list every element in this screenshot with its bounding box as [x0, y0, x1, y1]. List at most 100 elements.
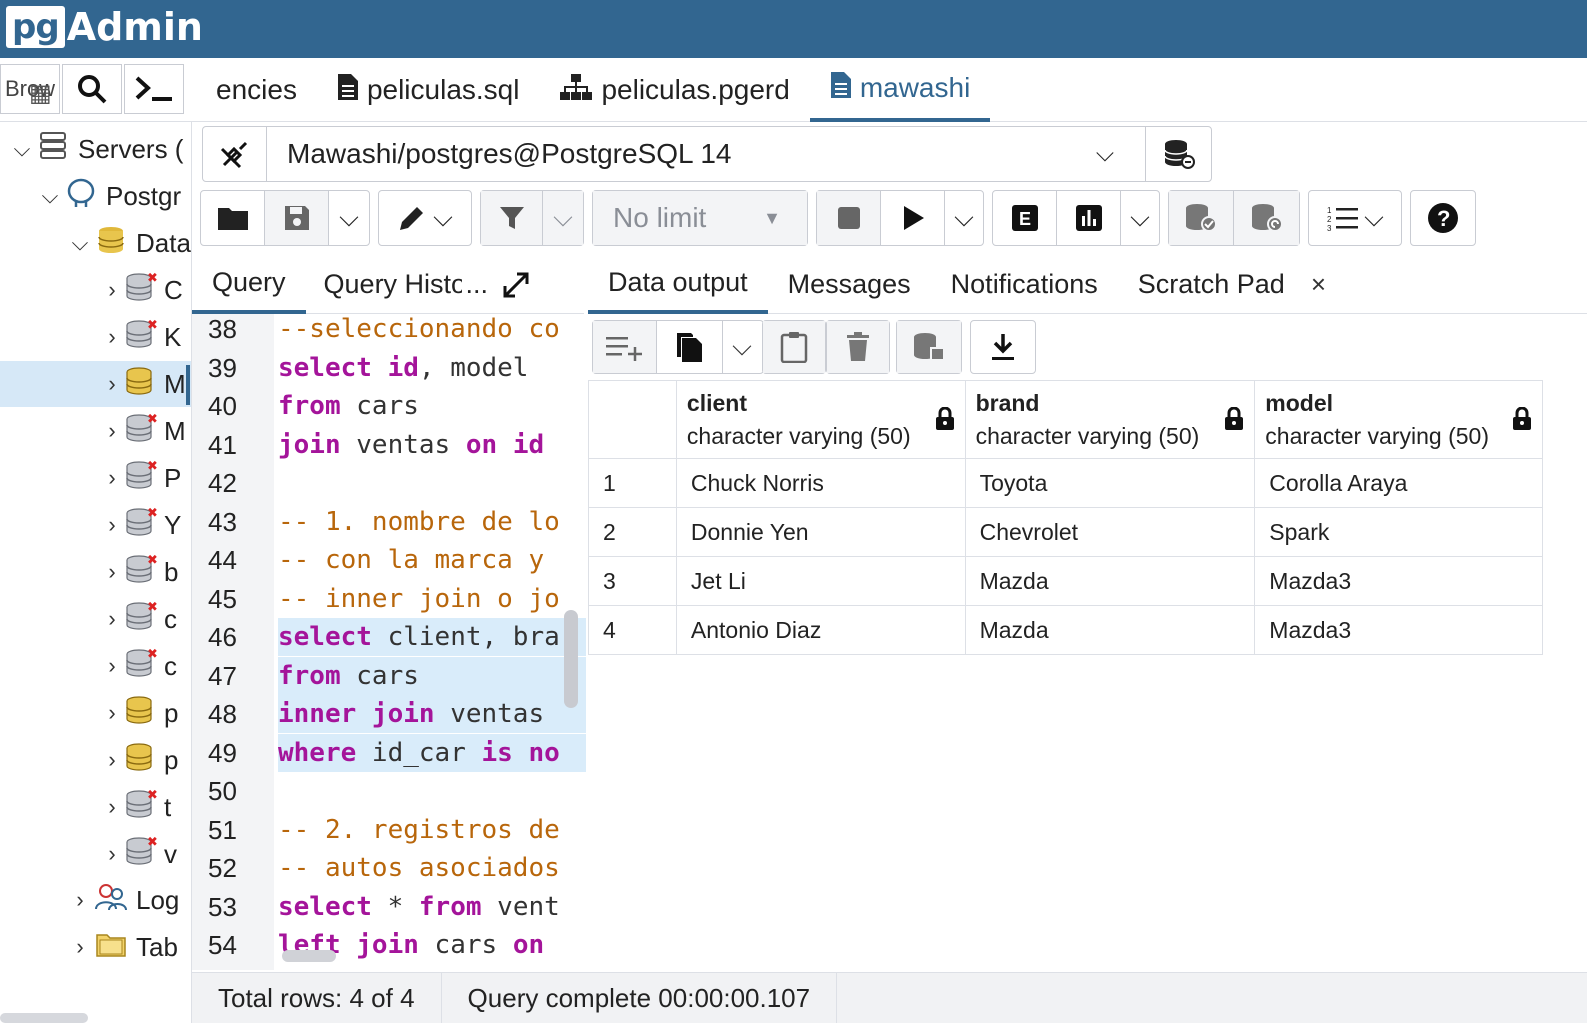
editor-vertical-scrollbar[interactable] [564, 610, 578, 708]
stop-button[interactable] [817, 191, 881, 245]
tree-item-database[interactable]: › ✖ b [0, 549, 191, 595]
tree-item-servers[interactable]: ⌵ Servers ( [0, 126, 191, 172]
tree-item-login-roles[interactable]: › Log [0, 877, 191, 923]
table-row[interactable]: 4 Antonio Diaz Mazda Mazda3 [588, 605, 1543, 655]
tree-item-database[interactable]: › M [0, 361, 191, 407]
limit-select-inner[interactable]: No limit ▼ [593, 191, 807, 245]
connection-status-button[interactable] [203, 127, 267, 181]
table-cell[interactable]: Mazda [964, 556, 1256, 606]
save-data-button[interactable] [897, 321, 961, 373]
table-cell[interactable]: Chevrolet [964, 507, 1256, 557]
column-header-client[interactable]: client character varying (50) [675, 380, 966, 459]
macros-button[interactable]: 123 ⌵ [1309, 191, 1401, 245]
connection-select[interactable]: Mawashi/postgres@PostgreSQL 14 [267, 138, 1065, 170]
row-count-status: Total rows: 4 of 4 [192, 972, 442, 1023]
column-header-model[interactable]: model character varying (50) [1254, 380, 1543, 459]
search-button[interactable] [62, 64, 122, 114]
tab-peliculas-sql[interactable]: peliculas.sql [317, 58, 540, 122]
browse-button[interactable]: Brow ▦ [0, 64, 60, 114]
table-cell[interactable]: Chuck Norris [675, 458, 966, 508]
table-cell[interactable]: Jet Li [675, 556, 966, 606]
commit-button[interactable] [1169, 191, 1234, 245]
limit-select[interactable]: No limit ▼ [592, 190, 808, 246]
tree-item-database[interactable]: › ✖ C [0, 267, 191, 313]
delete-button[interactable] [827, 321, 889, 373]
table-row[interactable]: 3 Jet Li Mazda Mazda3 [588, 556, 1543, 606]
table-cell[interactable]: Spark [1254, 507, 1543, 557]
execute-button[interactable] [881, 191, 945, 245]
row-number[interactable]: 2 [588, 507, 677, 557]
row-number[interactable]: 1 [588, 458, 677, 508]
sql-editor[interactable]: 38 --seleccionando co 39 select id, model 40… [192, 314, 586, 970]
copy-dropdown[interactable]: ⌵ [723, 321, 761, 373]
table-cell[interactable]: Toyota [964, 458, 1256, 508]
tab-peliculas-pgerd[interactable]: peliculas.pgerd [539, 58, 809, 122]
paste-button[interactable] [763, 321, 825, 373]
tree-item-database[interactable]: › p [0, 690, 191, 736]
chevron-down-icon[interactable]: ⌵ [1065, 140, 1145, 168]
table-cell[interactable]: Antonio Diaz [675, 605, 966, 655]
tab-query-history[interactable]: Query Histor [306, 256, 462, 314]
explain-analyze-button[interactable] [1057, 191, 1121, 245]
maximize-button[interactable] [492, 256, 540, 314]
tree-item-database[interactable]: › ✖ c [0, 596, 191, 642]
line-number: 48 [208, 699, 237, 729]
execute-dropdown[interactable]: ⌵ [945, 191, 983, 245]
copy-button[interactable] [657, 321, 723, 373]
rollback-button[interactable] [1234, 191, 1299, 245]
tab-messages[interactable]: Messages [768, 256, 931, 314]
tree-item-postgres[interactable]: ⌵ Postgr [0, 173, 191, 219]
sql-keyword: select [278, 352, 388, 383]
clipboard-icon [780, 332, 808, 363]
table-cell[interactable]: Mazda3 [1254, 556, 1543, 606]
tab-notifications[interactable]: Notifications [931, 256, 1118, 314]
tree-item-database[interactable]: › ✖ K [0, 314, 191, 360]
new-connection-button[interactable] [1145, 127, 1211, 181]
close-icon[interactable]: × [1311, 269, 1326, 300]
tree-item-tablespaces[interactable]: › Tab [0, 924, 191, 970]
more-tabs-button[interactable]: ... [462, 256, 493, 314]
filter-dropdown[interactable]: ⌵ [543, 191, 583, 245]
editor-horizontal-scrollbar[interactable] [282, 950, 336, 962]
delete-group [826, 320, 890, 374]
row-number[interactable]: 3 [588, 556, 677, 606]
tree-item-database[interactable]: › ✖ t [0, 784, 191, 830]
tree-item-database[interactable]: › ✖ P [0, 455, 191, 501]
row-number[interactable]: 4 [588, 605, 677, 655]
help-button[interactable]: ? [1411, 191, 1475, 245]
tree-item-databases[interactable]: ⌵ Data [0, 220, 191, 266]
column-header-brand[interactable]: brand character varying (50) [964, 380, 1256, 459]
tree-item-database[interactable]: › ✖ Y [0, 502, 191, 548]
psql-tool-button[interactable] [124, 64, 184, 114]
row-number-header[interactable] [588, 380, 677, 459]
chevron-down-icon: ⌵ [1130, 202, 1150, 232]
tree-item-database[interactable]: › ✖ v [0, 831, 191, 877]
sidebar-scrollbar[interactable] [0, 1013, 88, 1023]
chevron-down-icon: ⌵ [433, 202, 453, 232]
tab-scratch-pad[interactable]: Scratch Pad × [1118, 256, 1346, 314]
save-file-button[interactable] [265, 191, 329, 245]
table-cell[interactable]: Mazda [964, 605, 1256, 655]
tree-item-database[interactable]: › ✖ c [0, 643, 191, 689]
table-row[interactable]: 2 Donnie Yen Chevrolet Spark [588, 507, 1543, 557]
table-cell[interactable]: Donnie Yen [675, 507, 966, 557]
tab-mawashi[interactable]: mawashi [809, 58, 991, 122]
add-row-button[interactable] [593, 321, 657, 373]
table-row[interactable]: 1 Chuck Norris Toyota Corolla Araya [588, 458, 1543, 508]
explain-dropdown[interactable]: ⌵ [1121, 191, 1159, 245]
open-file-button[interactable] [201, 191, 265, 245]
download-button[interactable] [971, 321, 1035, 373]
tree-item-database[interactable]: › p [0, 737, 191, 783]
edit-dropdown-button[interactable]: ⌵ [379, 191, 471, 245]
save-options-dropdown[interactable]: ⌵ [329, 191, 369, 245]
tab-data-output[interactable]: Data output [588, 256, 768, 314]
filter-group: ⌵ [480, 190, 584, 246]
filter-button[interactable] [481, 191, 543, 245]
table-cell[interactable]: Mazda3 [1254, 605, 1543, 655]
tab-dependencies[interactable]: encies [196, 58, 317, 122]
tab-query[interactable]: Query [192, 256, 306, 314]
table-cell[interactable]: Corolla Araya [1254, 458, 1543, 508]
tab-label: Data output [608, 267, 748, 297]
tree-item-database[interactable]: › ✖ M [0, 408, 191, 454]
explain-button[interactable]: E [993, 191, 1057, 245]
